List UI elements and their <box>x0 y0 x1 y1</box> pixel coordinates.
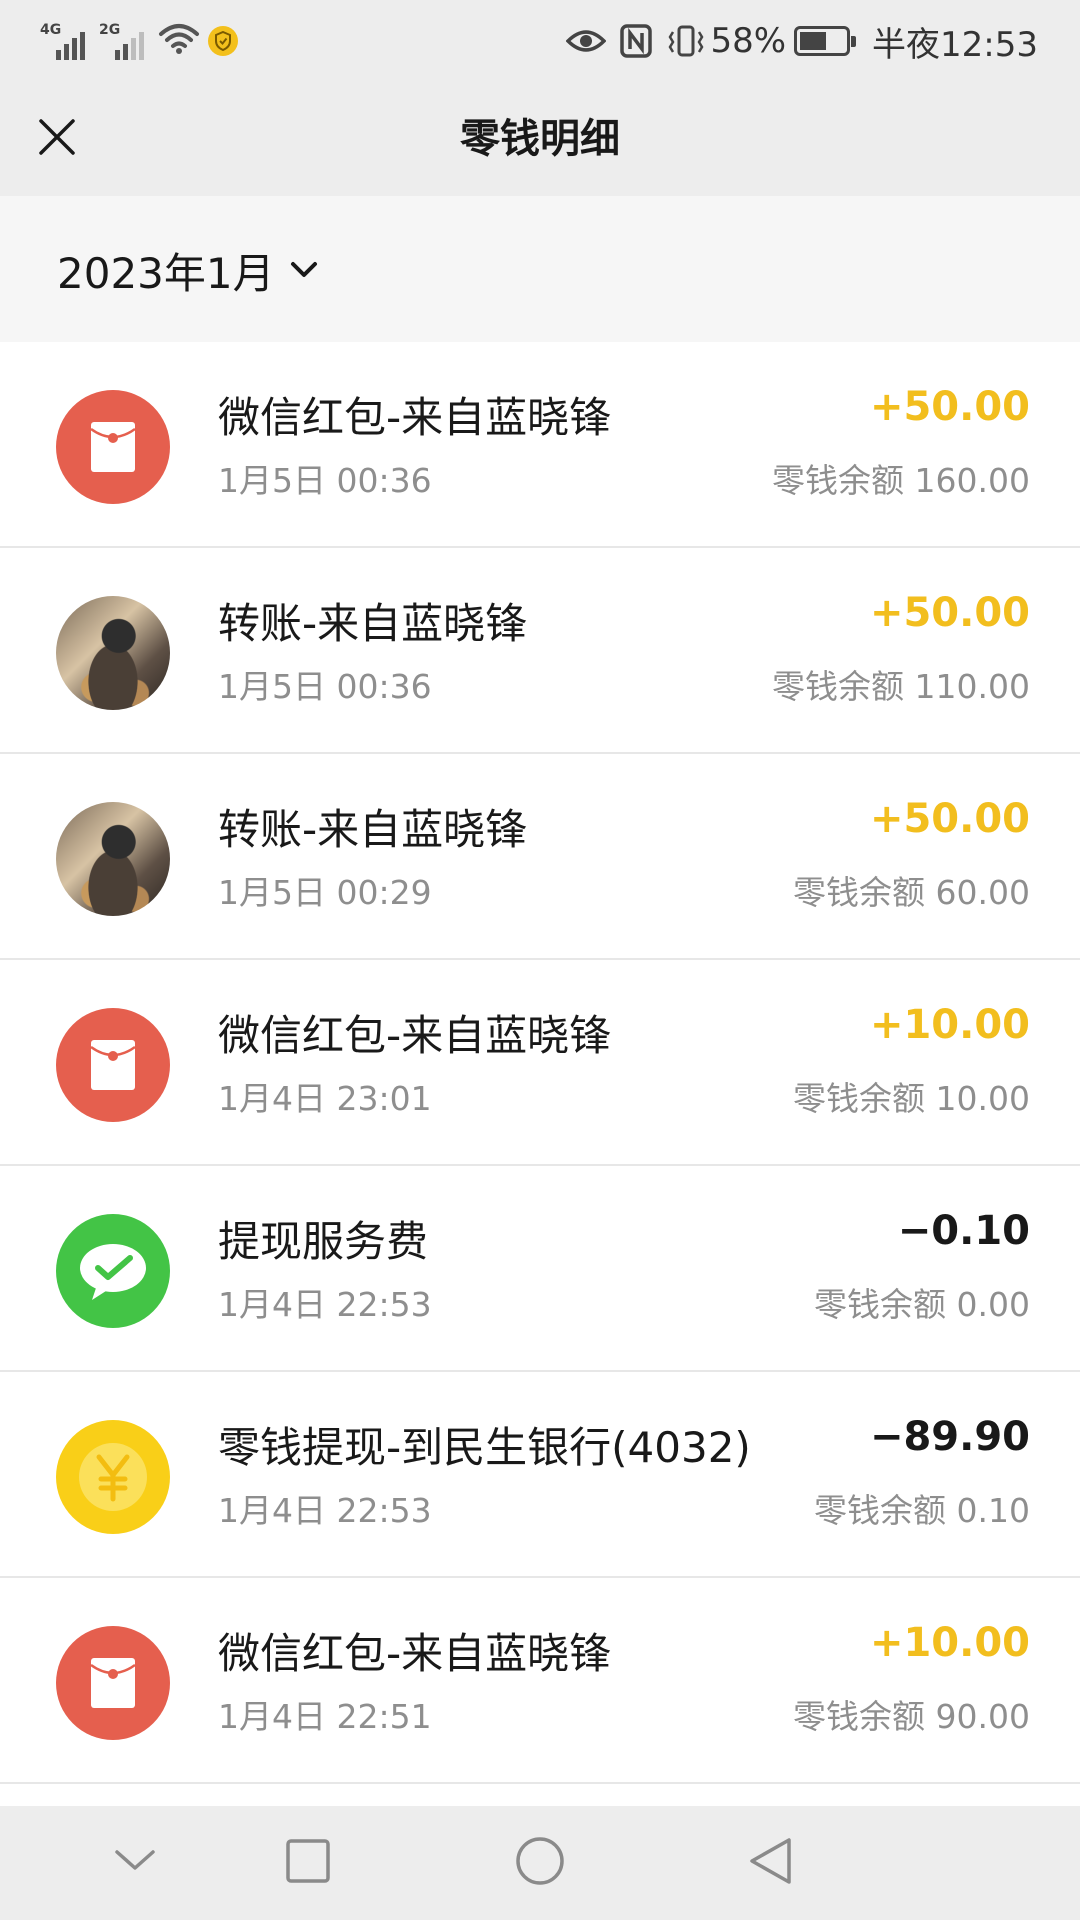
transaction-balance: 零钱余额 60.00 <box>793 873 1030 912</box>
eye-icon <box>566 27 607 55</box>
transaction-title: 零钱提现-到民生银行(4032) <box>218 1423 751 1472</box>
transaction-title: 微信红包-来自蓝晓锋 <box>218 393 612 442</box>
nfc-icon <box>620 24 653 58</box>
vibrate-icon <box>666 24 706 58</box>
system-nav-bar <box>0 1806 1080 1920</box>
home-button[interactable] <box>505 1828 575 1898</box>
month-filter-bar: 2023年1月 <box>0 196 1080 342</box>
month-label: 2023年1月 <box>57 248 275 298</box>
transaction-amount: +10.00 <box>869 1002 1030 1048</box>
battery-percent: 58% <box>710 21 787 61</box>
transaction-balance: 零钱余额 0.10 <box>814 1491 1030 1530</box>
transaction-balance: 零钱余额 160.00 <box>772 461 1030 500</box>
red-packet-icon <box>56 1008 170 1122</box>
transaction-time: 1月4日 22:53 <box>218 1285 432 1324</box>
transaction-time: 1月5日 00:29 <box>218 873 432 912</box>
month-selector[interactable]: 2023年1月 <box>57 240 319 300</box>
back-button[interactable] <box>735 1828 805 1898</box>
chevron-down-icon <box>289 260 319 280</box>
transaction-row[interactable]: 提现服务费 1月4日 22:53 −0.10 零钱余额 0.00 <box>0 1166 1080 1372</box>
transaction-row[interactable]: 转账-来自蓝晓锋 1月5日 00:36 +50.00 零钱余额 110.00 <box>0 548 1080 754</box>
status-bar: 4G 2G 58% 半夜12:53 <box>0 0 1080 82</box>
status-right: 58% 半夜12:53 <box>552 17 1038 66</box>
back-icon <box>747 1836 793 1890</box>
transaction-time: 1月4日 22:51 <box>218 1697 432 1736</box>
status-time: 半夜12:53 <box>872 24 1038 65</box>
transaction-list: 微信红包-来自蓝晓锋 1月5日 00:36 +50.00 零钱余额 160.00… <box>0 342 1080 1784</box>
page-title: 零钱明细 <box>460 116 620 162</box>
yuan-coin-icon <box>56 1420 170 1534</box>
wifi-icon <box>158 22 200 60</box>
recents-button[interactable] <box>273 1828 343 1898</box>
transaction-title: 提现服务费 <box>218 1217 429 1266</box>
transaction-time: 1月4日 23:01 <box>218 1079 432 1118</box>
signal-2g-icon: 2G <box>99 22 144 60</box>
red-packet-icon <box>56 1626 170 1740</box>
avatar <box>56 802 170 916</box>
transaction-time: 1月5日 00:36 <box>218 667 432 706</box>
transaction-row[interactable]: 微信红包-来自蓝晓锋 1月4日 22:51 +10.00 零钱余额 90.00 <box>0 1578 1080 1784</box>
recents-icon <box>285 1838 331 1888</box>
status-left: 4G 2G <box>40 22 238 60</box>
transaction-amount: +50.00 <box>869 384 1030 430</box>
wechat-pay-icon <box>56 1214 170 1328</box>
avatar <box>56 596 170 710</box>
signal1-label: 4G <box>40 22 62 38</box>
transaction-title: 转账-来自蓝晓锋 <box>218 599 528 648</box>
transaction-time: 1月5日 00:36 <box>218 461 432 500</box>
transaction-title: 微信红包-来自蓝晓锋 <box>218 1629 612 1678</box>
transaction-row[interactable]: 转账-来自蓝晓锋 1月5日 00:29 +50.00 零钱余额 60.00 <box>0 754 1080 960</box>
title-bar: 零钱明细 <box>0 82 1080 196</box>
transaction-balance: 零钱余额 110.00 <box>772 667 1030 706</box>
transaction-amount: +50.00 <box>869 590 1030 636</box>
transaction-balance: 零钱余额 90.00 <box>793 1697 1030 1736</box>
transaction-title: 微信红包-来自蓝晓锋 <box>218 1011 612 1060</box>
battery-icon <box>794 26 857 56</box>
signal2-label: 2G <box>99 22 121 38</box>
nav-down-icon <box>113 1848 157 1878</box>
transaction-time: 1月4日 22:53 <box>218 1491 432 1530</box>
transaction-amount: −89.90 <box>869 1414 1030 1460</box>
shield-icon <box>208 26 238 56</box>
transaction-amount: +50.00 <box>869 796 1030 842</box>
red-packet-icon <box>56 390 170 504</box>
transaction-row[interactable]: 零钱提现-到民生银行(4032) 1月4日 22:53 −89.90 零钱余额 … <box>0 1372 1080 1578</box>
transaction-title: 转账-来自蓝晓锋 <box>218 805 528 854</box>
transaction-row[interactable]: 微信红包-来自蓝晓锋 1月4日 23:01 +10.00 零钱余额 10.00 <box>0 960 1080 1166</box>
transaction-amount: −0.10 <box>897 1208 1030 1254</box>
transaction-balance: 零钱余额 10.00 <box>793 1079 1030 1118</box>
transaction-amount: +10.00 <box>869 1620 1030 1666</box>
transaction-balance: 零钱余额 0.00 <box>814 1285 1030 1324</box>
transaction-row[interactable]: 微信红包-来自蓝晓锋 1月5日 00:36 +50.00 零钱余额 160.00 <box>0 342 1080 548</box>
signal-4g-icon: 4G <box>40 22 85 60</box>
home-icon <box>515 1836 565 1890</box>
nav-down-button[interactable] <box>100 1828 170 1898</box>
